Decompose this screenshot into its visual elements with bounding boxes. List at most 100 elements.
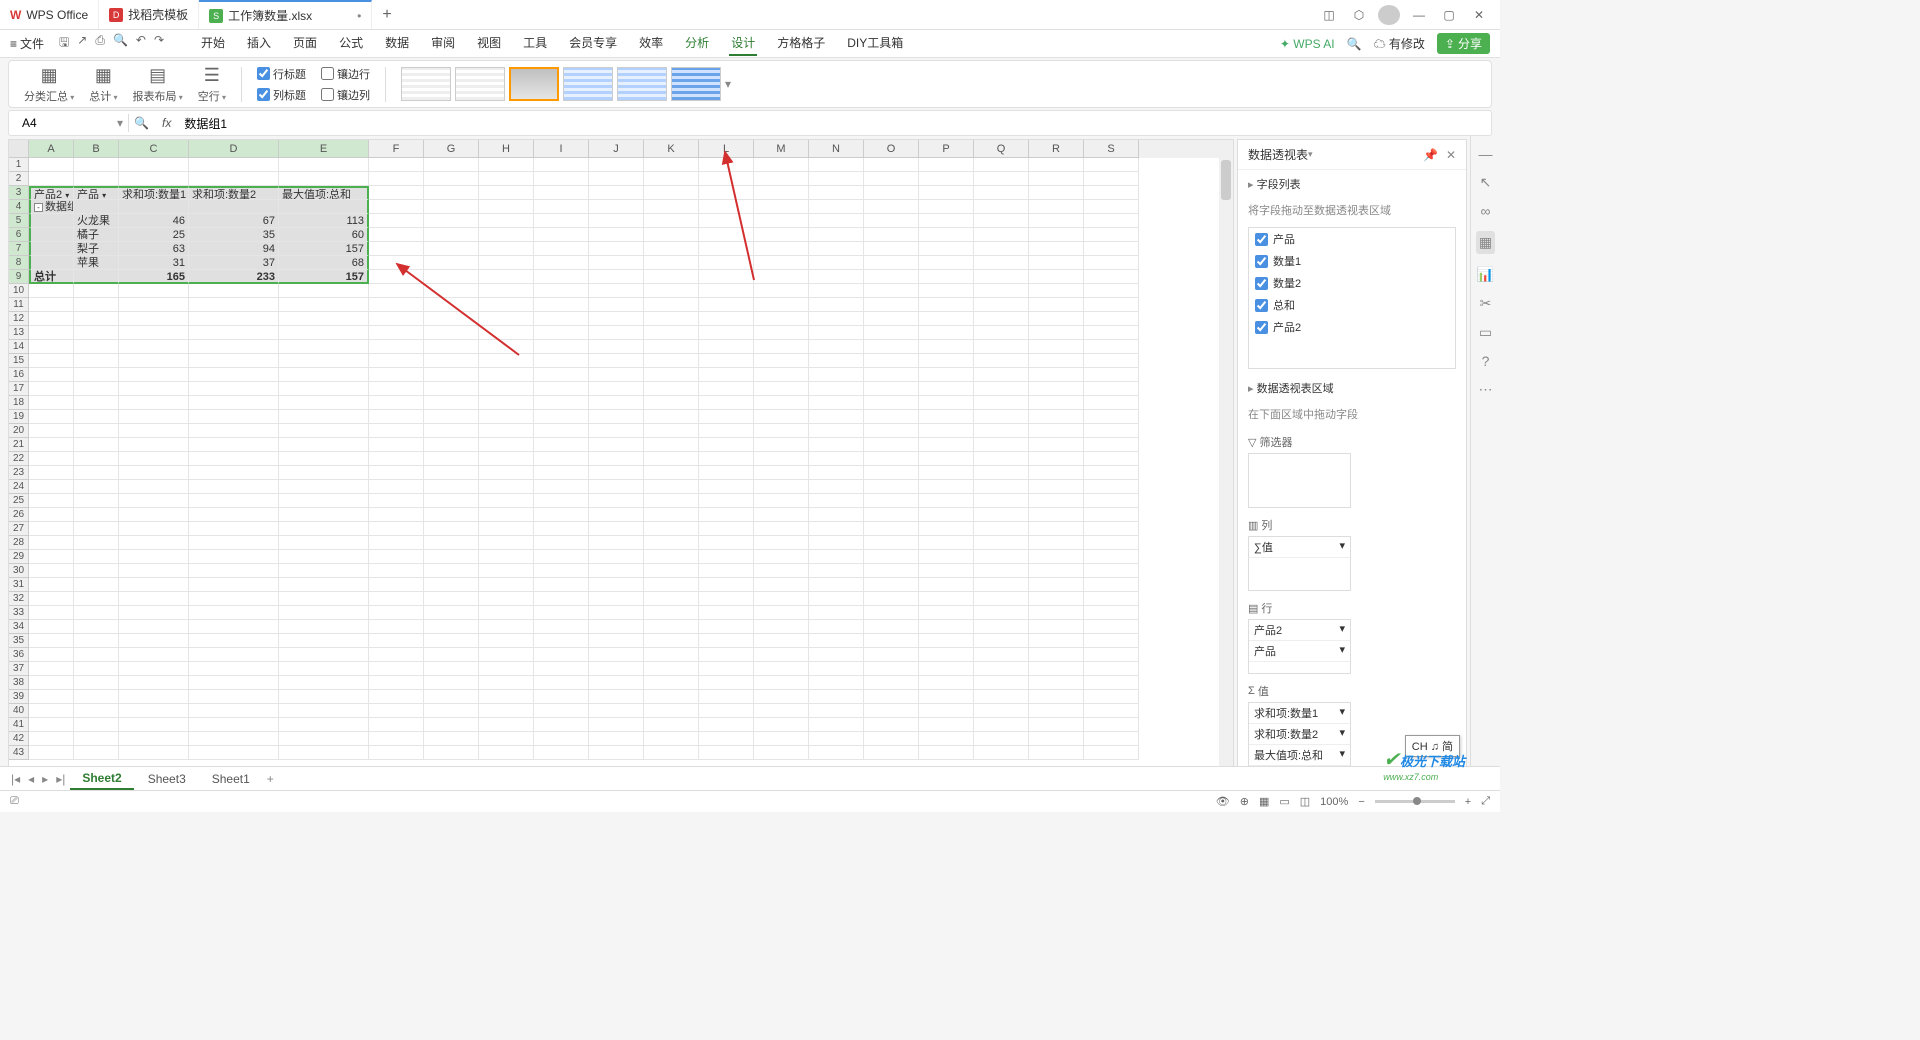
new-tab-button[interactable]: + <box>372 6 401 24</box>
separator <box>385 67 386 102</box>
share-button[interactable]: ⇪ 分享 <box>1437 33 1490 54</box>
pivot-style-gallery[interactable]: ▾ <box>401 67 731 101</box>
style-thumb-3-selected[interactable] <box>509 67 559 101</box>
grandtotal-button[interactable]: ▦总计 <box>89 65 117 104</box>
zoom-slider[interactable] <box>1375 800 1455 803</box>
pin-icon[interactable]: 📌 <box>1423 148 1438 162</box>
tab-member[interactable]: 会员专享 <box>567 31 619 56</box>
book-icon[interactable]: ▭ <box>1479 324 1492 341</box>
tools-icon[interactable]: ✂ <box>1480 295 1492 312</box>
user-avatar[interactable] <box>1378 5 1400 25</box>
field-product2[interactable]: 产品2 <box>1249 316 1455 338</box>
filter-icon: ▽ <box>1248 436 1256 449</box>
fullscreen-icon[interactable]: ⤢ <box>1481 795 1490 808</box>
blank-row-button[interactable]: ☰空行 <box>198 65 226 104</box>
filter-area[interactable]: ▽筛选器 <box>1248 431 1351 508</box>
tab-review[interactable]: 审阅 <box>429 31 457 56</box>
field-product[interactable]: 产品 <box>1249 228 1455 250</box>
fx-icon[interactable]: fx <box>162 116 171 130</box>
tab-template[interactable]: D找稻壳模板 <box>99 0 199 29</box>
undo-icon[interactable]: ↶ <box>136 33 146 54</box>
tab-wps-office[interactable]: WWPS Office <box>0 0 99 29</box>
field-list[interactable]: 产品 数量1 数量2 总和 产品2 <box>1248 227 1456 369</box>
tab-insert[interactable]: 插入 <box>245 31 273 56</box>
close-panel-icon[interactable]: ✕ <box>1446 148 1456 162</box>
wps-ai-button[interactable]: ✦ WPS AI <box>1280 37 1335 51</box>
file-menu[interactable]: ≡ 文件 <box>10 35 44 52</box>
style-thumb-5[interactable] <box>617 67 667 101</box>
search-icon[interactable]: 🔍 <box>1347 37 1362 51</box>
vertical-scrollbar[interactable] <box>1219 158 1233 772</box>
field-total[interactable]: 总和 <box>1249 294 1455 316</box>
sheet-tab-1[interactable]: Sheet1 <box>200 769 262 789</box>
spreadsheet-grid[interactable]: ABCDEFGHIJKLMNOPQRS 123产品2 ▾产品 ▾求和项:数量1求… <box>8 139 1234 773</box>
status-icon[interactable]: ⎚ <box>10 795 19 808</box>
tab-design[interactable]: 设计 <box>729 31 757 56</box>
window-split-icon[interactable]: ◫ <box>1318 8 1340 22</box>
collapse-icon[interactable]: — <box>1479 146 1493 162</box>
chk-banded-col[interactable]: 镶边列 <box>321 87 370 103</box>
sheet-first-icon[interactable]: |◂ <box>8 772 23 786</box>
chk-row-header[interactable]: 行标题 <box>257 66 306 82</box>
help-icon[interactable]: ? <box>1482 353 1490 369</box>
wps-logo-icon: W <box>10 8 21 22</box>
select-icon[interactable]: ↖ <box>1480 174 1492 191</box>
print-icon[interactable]: ⎙ <box>95 33 105 54</box>
column-area[interactable]: ▥列∑值▾ <box>1248 514 1351 591</box>
tab-page[interactable]: 页面 <box>291 31 319 56</box>
tab-analyze[interactable]: 分析 <box>683 31 711 56</box>
add-sheet-button[interactable]: + <box>264 772 277 786</box>
style-thumb-4[interactable] <box>563 67 613 101</box>
report-layout-button[interactable]: ▤报表布局 <box>133 65 183 104</box>
link-icon[interactable]: ∞ <box>1481 203 1491 219</box>
view-page-icon[interactable]: ▭ <box>1279 795 1289 808</box>
more-icon[interactable]: ⋯ <box>1479 381 1493 398</box>
chk-banded-row[interactable]: 镶边行 <box>321 66 370 82</box>
close-button[interactable]: ✕ <box>1468 8 1490 22</box>
tab-workbook[interactable]: S工作簿数量.xlsx• <box>199 0 372 29</box>
sheet-prev-icon[interactable]: ◂ <box>25 772 37 786</box>
zoom-in-button[interactable]: + <box>1465 796 1471 808</box>
style-thumb-2[interactable] <box>455 67 505 101</box>
zoom-out-button[interactable]: − <box>1358 796 1364 808</box>
row-area[interactable]: ▤行产品2▾产品▾ <box>1248 597 1351 674</box>
save-icon[interactable]: 🖫 <box>59 33 69 54</box>
redo-icon[interactable]: ↷ <box>154 33 164 54</box>
view-break-icon[interactable]: ◫ <box>1300 795 1310 808</box>
view-normal-icon[interactable]: ▦ <box>1259 795 1269 808</box>
fx-cancel-icon[interactable]: 🔍 <box>134 116 149 130</box>
view-eye-icon[interactable]: 👁 <box>1216 795 1230 808</box>
preview-icon[interactable]: 🔍 <box>113 33 128 54</box>
value-area[interactable]: Σ值求和项:数量1▾求和项:数量2▾最大值项:总和▾ <box>1248 680 1351 767</box>
tab-tools[interactable]: 工具 <box>521 31 549 56</box>
field-qty2[interactable]: 数量2 <box>1249 272 1455 294</box>
tab-diy[interactable]: DIY工具箱 <box>845 31 905 56</box>
chk-col-header[interactable]: 列标题 <box>257 87 306 103</box>
sheet-tab-3[interactable]: Sheet3 <box>136 769 198 789</box>
style-thumb-6[interactable] <box>671 67 721 101</box>
name-box-arrow-icon[interactable]: ▾ <box>117 116 123 130</box>
minimize-button[interactable]: — <box>1408 8 1430 22</box>
tab-start[interactable]: 开始 <box>199 31 227 56</box>
tab-fangge[interactable]: 方格格子 <box>775 31 827 56</box>
sheet-last-icon[interactable]: ▸| <box>53 772 68 786</box>
zoom-value[interactable]: 100% <box>1320 796 1348 808</box>
maximize-button[interactable]: ▢ <box>1438 8 1460 22</box>
tab-data[interactable]: 数据 <box>383 31 411 56</box>
chart-icon[interactable]: 📊 <box>1477 266 1494 283</box>
pivot-icon[interactable]: ▦ <box>1476 231 1495 254</box>
name-box[interactable] <box>17 114 117 132</box>
tab-formula[interactable]: 公式 <box>337 31 365 56</box>
export-icon[interactable]: ↗ <box>77 33 87 54</box>
tab-efficiency[interactable]: 效率 <box>637 31 665 56</box>
subtotal-button[interactable]: ▦分类汇总 <box>24 65 74 104</box>
style-more-button[interactable]: ▾ <box>725 77 731 91</box>
cube-icon[interactable]: ⬡ <box>1348 8 1370 22</box>
sheet-next-icon[interactable]: ▸ <box>39 772 51 786</box>
view-focus-icon[interactable]: ⊕ <box>1240 795 1249 808</box>
field-qty1[interactable]: 数量1 <box>1249 250 1455 272</box>
tab-view[interactable]: 视图 <box>475 31 503 56</box>
formula-input[interactable] <box>176 114 1483 132</box>
style-thumb-1[interactable] <box>401 67 451 101</box>
sheet-tab-2[interactable]: Sheet2 <box>70 768 133 790</box>
